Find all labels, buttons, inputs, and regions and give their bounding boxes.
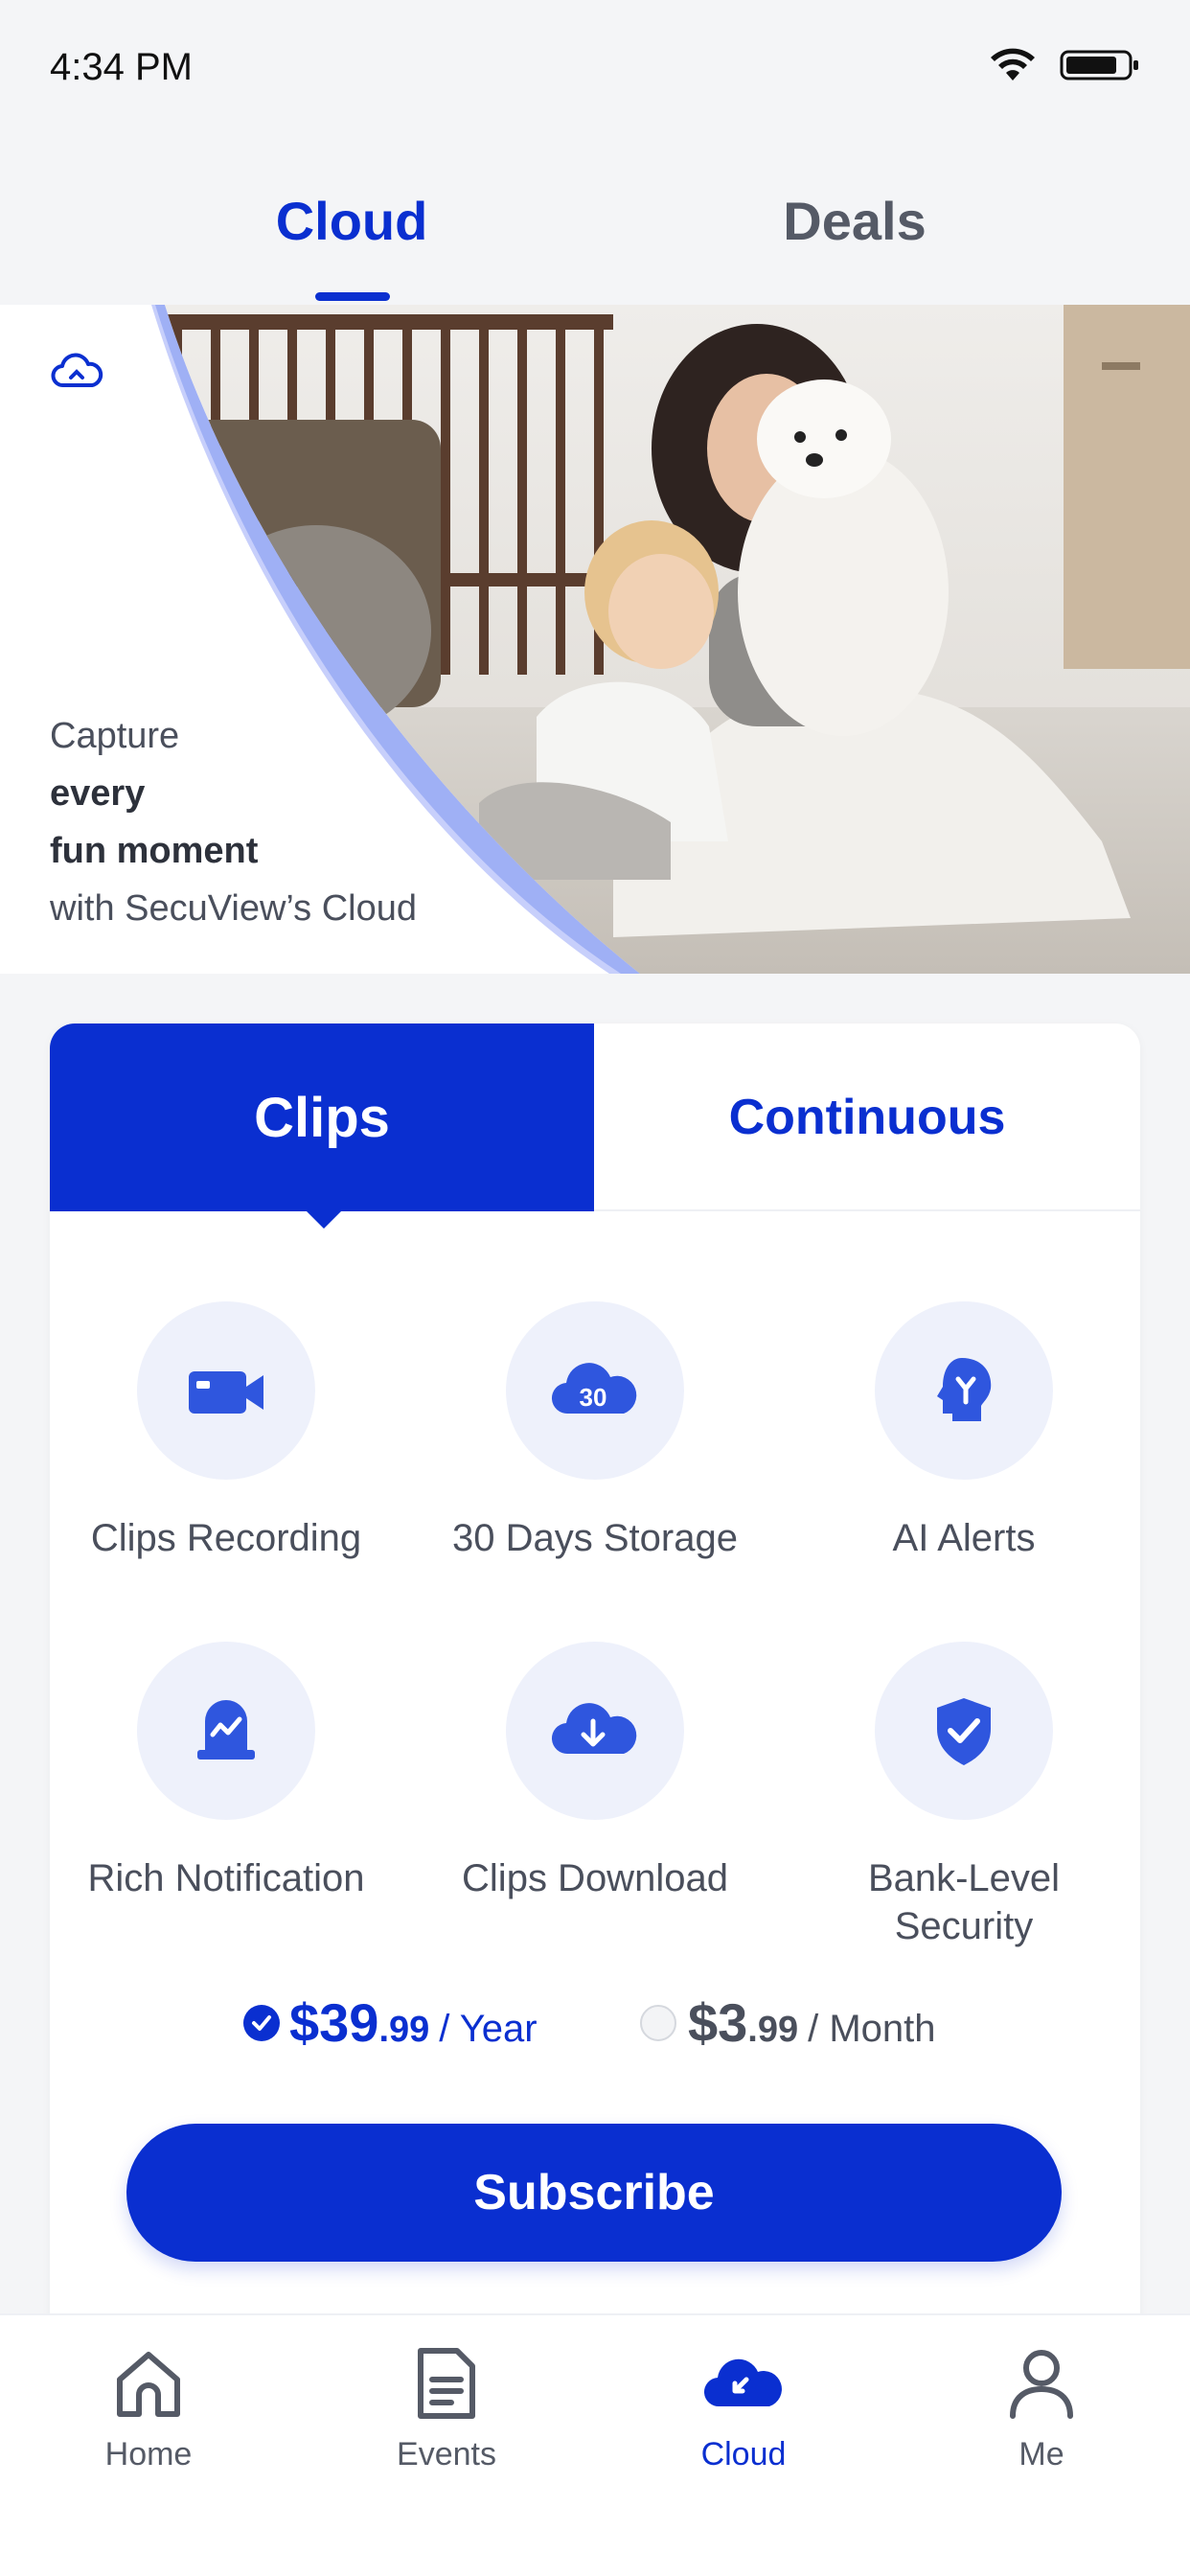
nav-label: Events bbox=[397, 2436, 496, 2472]
storage-badge: 30 bbox=[580, 1383, 607, 1412]
nav-cloud[interactable]: Cloud bbox=[648, 2340, 839, 2473]
feature-30-days-storage: 30 30 Days Storage bbox=[419, 1301, 771, 1562]
banner-line: fun moment bbox=[50, 831, 259, 871]
feature-label: Bank-Level Security bbox=[867, 1857, 1061, 1947]
active-tab-pointer bbox=[305, 1209, 343, 1229]
active-tab-indicator bbox=[315, 292, 390, 301]
feature-label: Clips Download bbox=[462, 1857, 728, 1899]
price-option-year[interactable]: $39 .99 / Year bbox=[243, 1991, 538, 2054]
notification-icon bbox=[197, 1700, 255, 1760]
price-month-dollars: $3 bbox=[688, 1992, 748, 2053]
radio-checked-icon[interactable] bbox=[243, 2004, 280, 2041]
shield-check-icon bbox=[937, 1698, 991, 1765]
feature-rich-notification: Rich Notification bbox=[50, 1642, 402, 1902]
feature-label: Clips Recording bbox=[90, 1517, 362, 1559]
feature-icon-circle bbox=[137, 1642, 315, 1820]
nav-label: Me bbox=[1018, 2436, 1064, 2472]
promo-banner: Capture every fun moment with SecuView’s… bbox=[0, 305, 1190, 974]
cloud-30-icon: 30 bbox=[551, 1363, 637, 1414]
plan-tabs: Clips Continuous bbox=[50, 1024, 1140, 1211]
video-camera-icon bbox=[189, 1371, 263, 1414]
banner-line: with SecuView’s Cloud bbox=[50, 888, 418, 929]
cloud-icon bbox=[703, 2358, 782, 2407]
price-option-month[interactable]: $3 .99 / Month bbox=[640, 1991, 936, 2054]
ai-head-icon bbox=[937, 1358, 992, 1421]
price-year-unit: / Year bbox=[439, 2008, 538, 2050]
status-time: 4:34 PM bbox=[50, 46, 193, 88]
user-icon bbox=[1010, 2350, 1073, 2419]
radio-unchecked-icon[interactable] bbox=[640, 2004, 676, 2041]
feature-icon-circle bbox=[506, 1642, 684, 1820]
wifi-icon bbox=[991, 48, 1035, 80]
price-month-unit: / Month bbox=[808, 2008, 936, 2050]
cloud-icon bbox=[51, 353, 103, 387]
document-icon bbox=[418, 2348, 475, 2419]
nav-label: Cloud bbox=[700, 2436, 787, 2472]
status-icons bbox=[989, 48, 1140, 82]
feature-icon-circle: 30 bbox=[506, 1301, 684, 1480]
feature-label: 30 Days Storage bbox=[452, 1517, 738, 1559]
home-icon bbox=[117, 2352, 180, 2417]
feature-bank-level-security: Bank-Level Security bbox=[788, 1642, 1140, 1950]
tab-continuous[interactable]: Continuous bbox=[594, 1024, 1140, 1211]
pricing-options: $39 .99 / Year $3 .99 / Month bbox=[50, 1991, 1140, 2068]
feature-icon-circle bbox=[875, 1642, 1053, 1820]
tab-deals[interactable]: Deals bbox=[711, 190, 998, 252]
banner-tagline: Capture every fun moment with SecuView’s… bbox=[50, 707, 417, 937]
nav-home[interactable]: Home bbox=[53, 2340, 244, 2473]
nav-events[interactable]: Events bbox=[351, 2340, 542, 2473]
nav-label: Home bbox=[104, 2436, 193, 2472]
tab-cloud[interactable]: Cloud bbox=[208, 190, 495, 252]
subscribe-button[interactable]: Subscribe bbox=[126, 2124, 1062, 2262]
price-year-cents: .99 bbox=[378, 2010, 430, 2050]
nav-me[interactable]: Me bbox=[946, 2340, 1137, 2473]
battery-icon bbox=[1060, 50, 1138, 80]
cloud-download-icon bbox=[551, 1703, 637, 1755]
bottom-nav: Home Events Cloud Me bbox=[0, 2313, 1190, 2576]
price-year-dollars: $39 bbox=[289, 1992, 379, 2053]
top-tabs: Cloud Deals bbox=[0, 144, 1190, 305]
feature-label: AI Alerts bbox=[892, 1517, 1036, 1559]
feature-clips-download: Clips Download bbox=[419, 1642, 771, 1902]
banner-line: Capture bbox=[50, 716, 180, 756]
plan-card: Clips Continuous Clips Recording 30 30 D… bbox=[50, 1024, 1140, 2384]
feature-icon-circle bbox=[137, 1301, 315, 1480]
banner-line: every bbox=[50, 773, 146, 814]
price-month-cents: .99 bbox=[747, 2010, 799, 2050]
status-bar: 4:34 PM bbox=[0, 0, 1190, 144]
feature-clips-recording: Clips Recording bbox=[50, 1301, 402, 1562]
tab-clips[interactable]: Clips bbox=[50, 1024, 594, 1211]
feature-icon-circle bbox=[875, 1301, 1053, 1480]
feature-label: Rich Notification bbox=[87, 1857, 365, 1899]
feature-ai-alerts: AI Alerts bbox=[788, 1301, 1140, 1562]
